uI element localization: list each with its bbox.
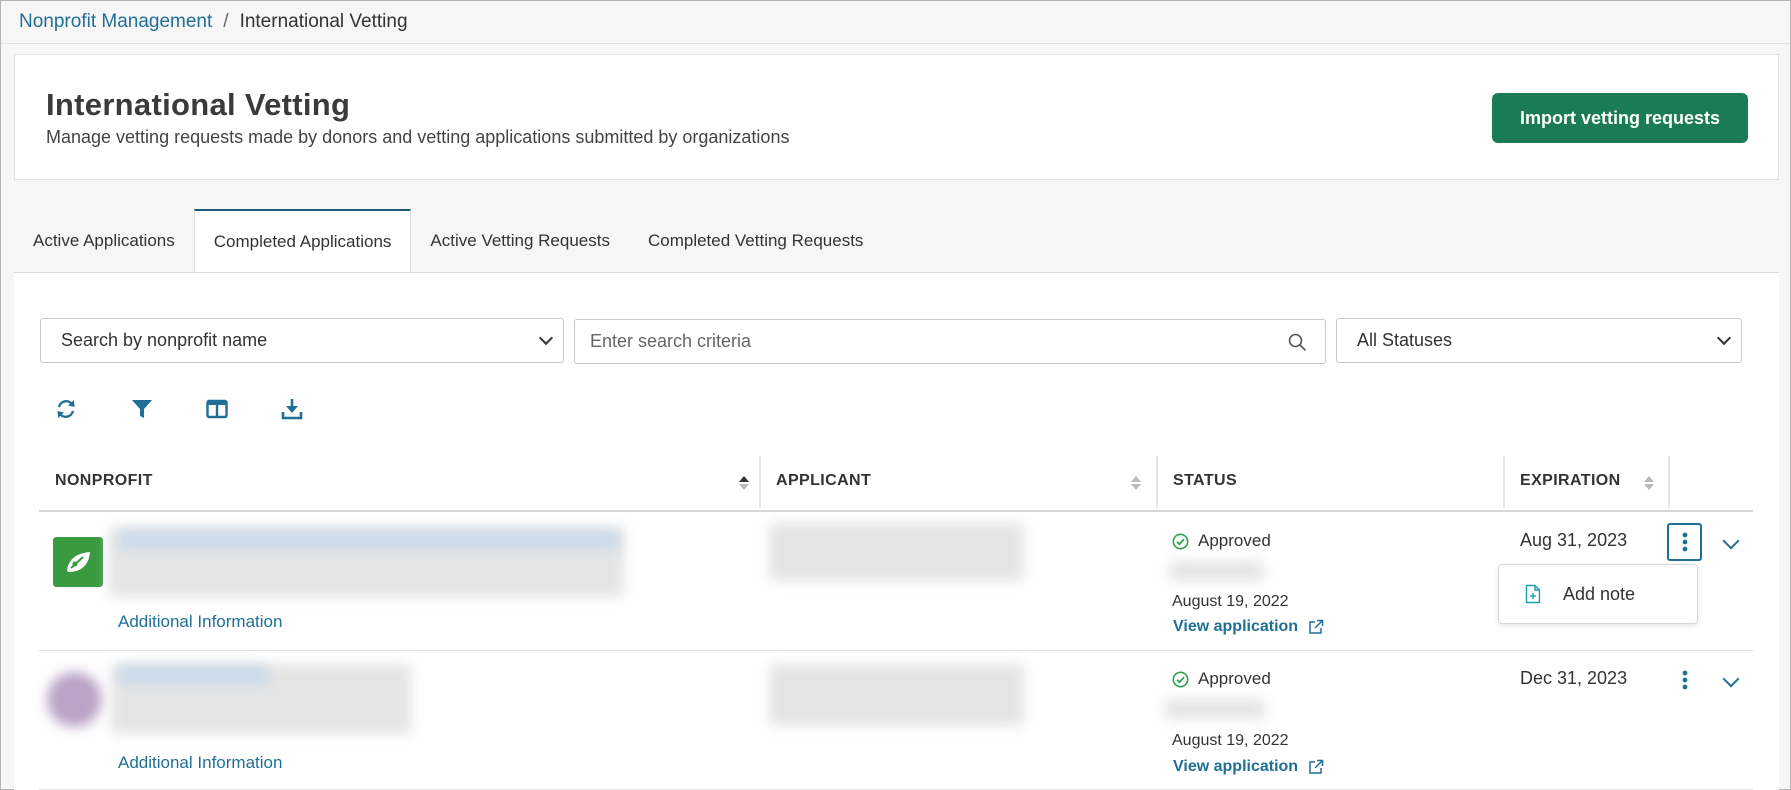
add-note-label: Add note <box>1563 583 1636 604</box>
search-field[interactable] <box>574 319 1326 364</box>
nonprofit-link-redacted <box>119 531 619 549</box>
nonprofit-logo-redacted <box>47 672 102 727</box>
sort-ascending-icon[interactable] <box>739 475 749 491</box>
expand-row-icon[interactable] <box>1722 670 1740 688</box>
view-application-label: View application <box>1173 758 1299 775</box>
nonprofit-logo <box>53 537 103 587</box>
applicant-redacted <box>769 523 1024 581</box>
column-divider <box>1668 456 1670 508</box>
view-application-link[interactable]: View application <box>1173 618 1324 636</box>
add-note-menu-item[interactable]: Add note <box>1525 584 1635 605</box>
status-approved: Approved <box>1172 531 1271 551</box>
search-icon <box>1288 333 1306 351</box>
kebab-icon <box>1682 670 1687 690</box>
tab-completed-vetting-requests[interactable]: Completed Vetting Requests <box>629 209 882 273</box>
check-circle-icon <box>1172 533 1189 549</box>
nonprofit-select[interactable]: Search by nonprofit name <box>40 318 564 363</box>
breadcrumb-separator: / <box>223 11 229 32</box>
search-input[interactable] <box>575 320 1255 363</box>
filter-icon[interactable] <box>130 397 154 421</box>
chevron-down-icon <box>538 330 554 346</box>
status-select-value: All Statuses <box>1357 330 1453 350</box>
download-icon[interactable] <box>280 397 304 421</box>
nonprofit-select-value: Search by nonprofit name <box>61 330 268 350</box>
external-link-icon <box>1309 619 1324 634</box>
external-link-icon <box>1309 759 1324 774</box>
tab-active-applications[interactable]: Active Applications <box>14 209 194 273</box>
add-note-icon <box>1525 584 1541 604</box>
status-text: Approved <box>1198 531 1271 550</box>
breadcrumb: Nonprofit Management / International Vet… <box>1 1 1790 44</box>
import-vetting-requests-button[interactable]: Import vetting requests <box>1492 93 1748 143</box>
status-approved: Approved <box>1172 669 1271 689</box>
additional-information-link[interactable]: Additional Information <box>118 612 282 632</box>
columns-icon[interactable] <box>205 397 229 421</box>
chevron-down-icon <box>1716 330 1732 346</box>
breadcrumb-current: International Vetting <box>239 11 408 32</box>
table-row: Additional Information Approved August 1… <box>39 652 1753 790</box>
table-row: Additional Information Approved August 1… <box>39 513 1753 651</box>
row-actions-button[interactable] <box>1667 661 1702 699</box>
breadcrumb-link-nonprofit-management[interactable]: Nonprofit Management <box>19 11 212 33</box>
expand-row-icon[interactable] <box>1722 532 1740 550</box>
column-header-nonprofit[interactable]: NONPROFIT <box>39 452 759 510</box>
page-header: International Vetting Manage vetting req… <box>14 54 1779 180</box>
page-subtitle: Manage vetting requests made by donors a… <box>46 127 790 147</box>
tab-active-vetting-requests[interactable]: Active Vetting Requests <box>411 209 629 273</box>
column-header-status: STATUS <box>1173 472 1238 489</box>
row-actions-button[interactable] <box>1667 523 1702 561</box>
expiration-date: Aug 31, 2023 <box>1520 530 1628 550</box>
status-detail-redacted <box>1165 699 1265 719</box>
view-application-label: View application <box>1173 618 1299 635</box>
main-panel: Search by nonprofit name All Statuses NO… <box>14 272 1779 790</box>
column-header-applicant[interactable]: APPLICANT <box>760 452 1156 510</box>
status-select[interactable]: All Statuses <box>1336 318 1742 363</box>
status-detail-redacted <box>1169 561 1264 581</box>
check-circle-icon <box>1172 671 1189 687</box>
table-header: NONPROFIT APPLICANT STATUS EXPIRATION <box>39 452 1753 512</box>
status-date: August 19, 2022 <box>1172 593 1289 610</box>
row-actions-menu: Add note <box>1498 564 1698 624</box>
refresh-icon[interactable] <box>54 397 78 421</box>
status-date: August 19, 2022 <box>1172 732 1289 749</box>
view-application-link[interactable]: View application <box>1173 758 1324 776</box>
tab-bar: Active Applications Completed Applicatio… <box>14 209 882 273</box>
nonprofit-link-redacted <box>119 666 269 684</box>
tab-completed-applications[interactable]: Completed Applications <box>193 209 412 273</box>
additional-information-link[interactable]: Additional Information <box>118 753 282 773</box>
sort-icon[interactable] <box>1644 475 1654 491</box>
sort-icon[interactable] <box>1131 475 1141 491</box>
applicant-redacted <box>769 664 1024 726</box>
status-text: Approved <box>1198 669 1271 688</box>
page-title: International Vetting <box>46 87 351 122</box>
expiration-date: Dec 31, 2023 <box>1520 668 1628 688</box>
kebab-icon <box>1682 532 1687 552</box>
